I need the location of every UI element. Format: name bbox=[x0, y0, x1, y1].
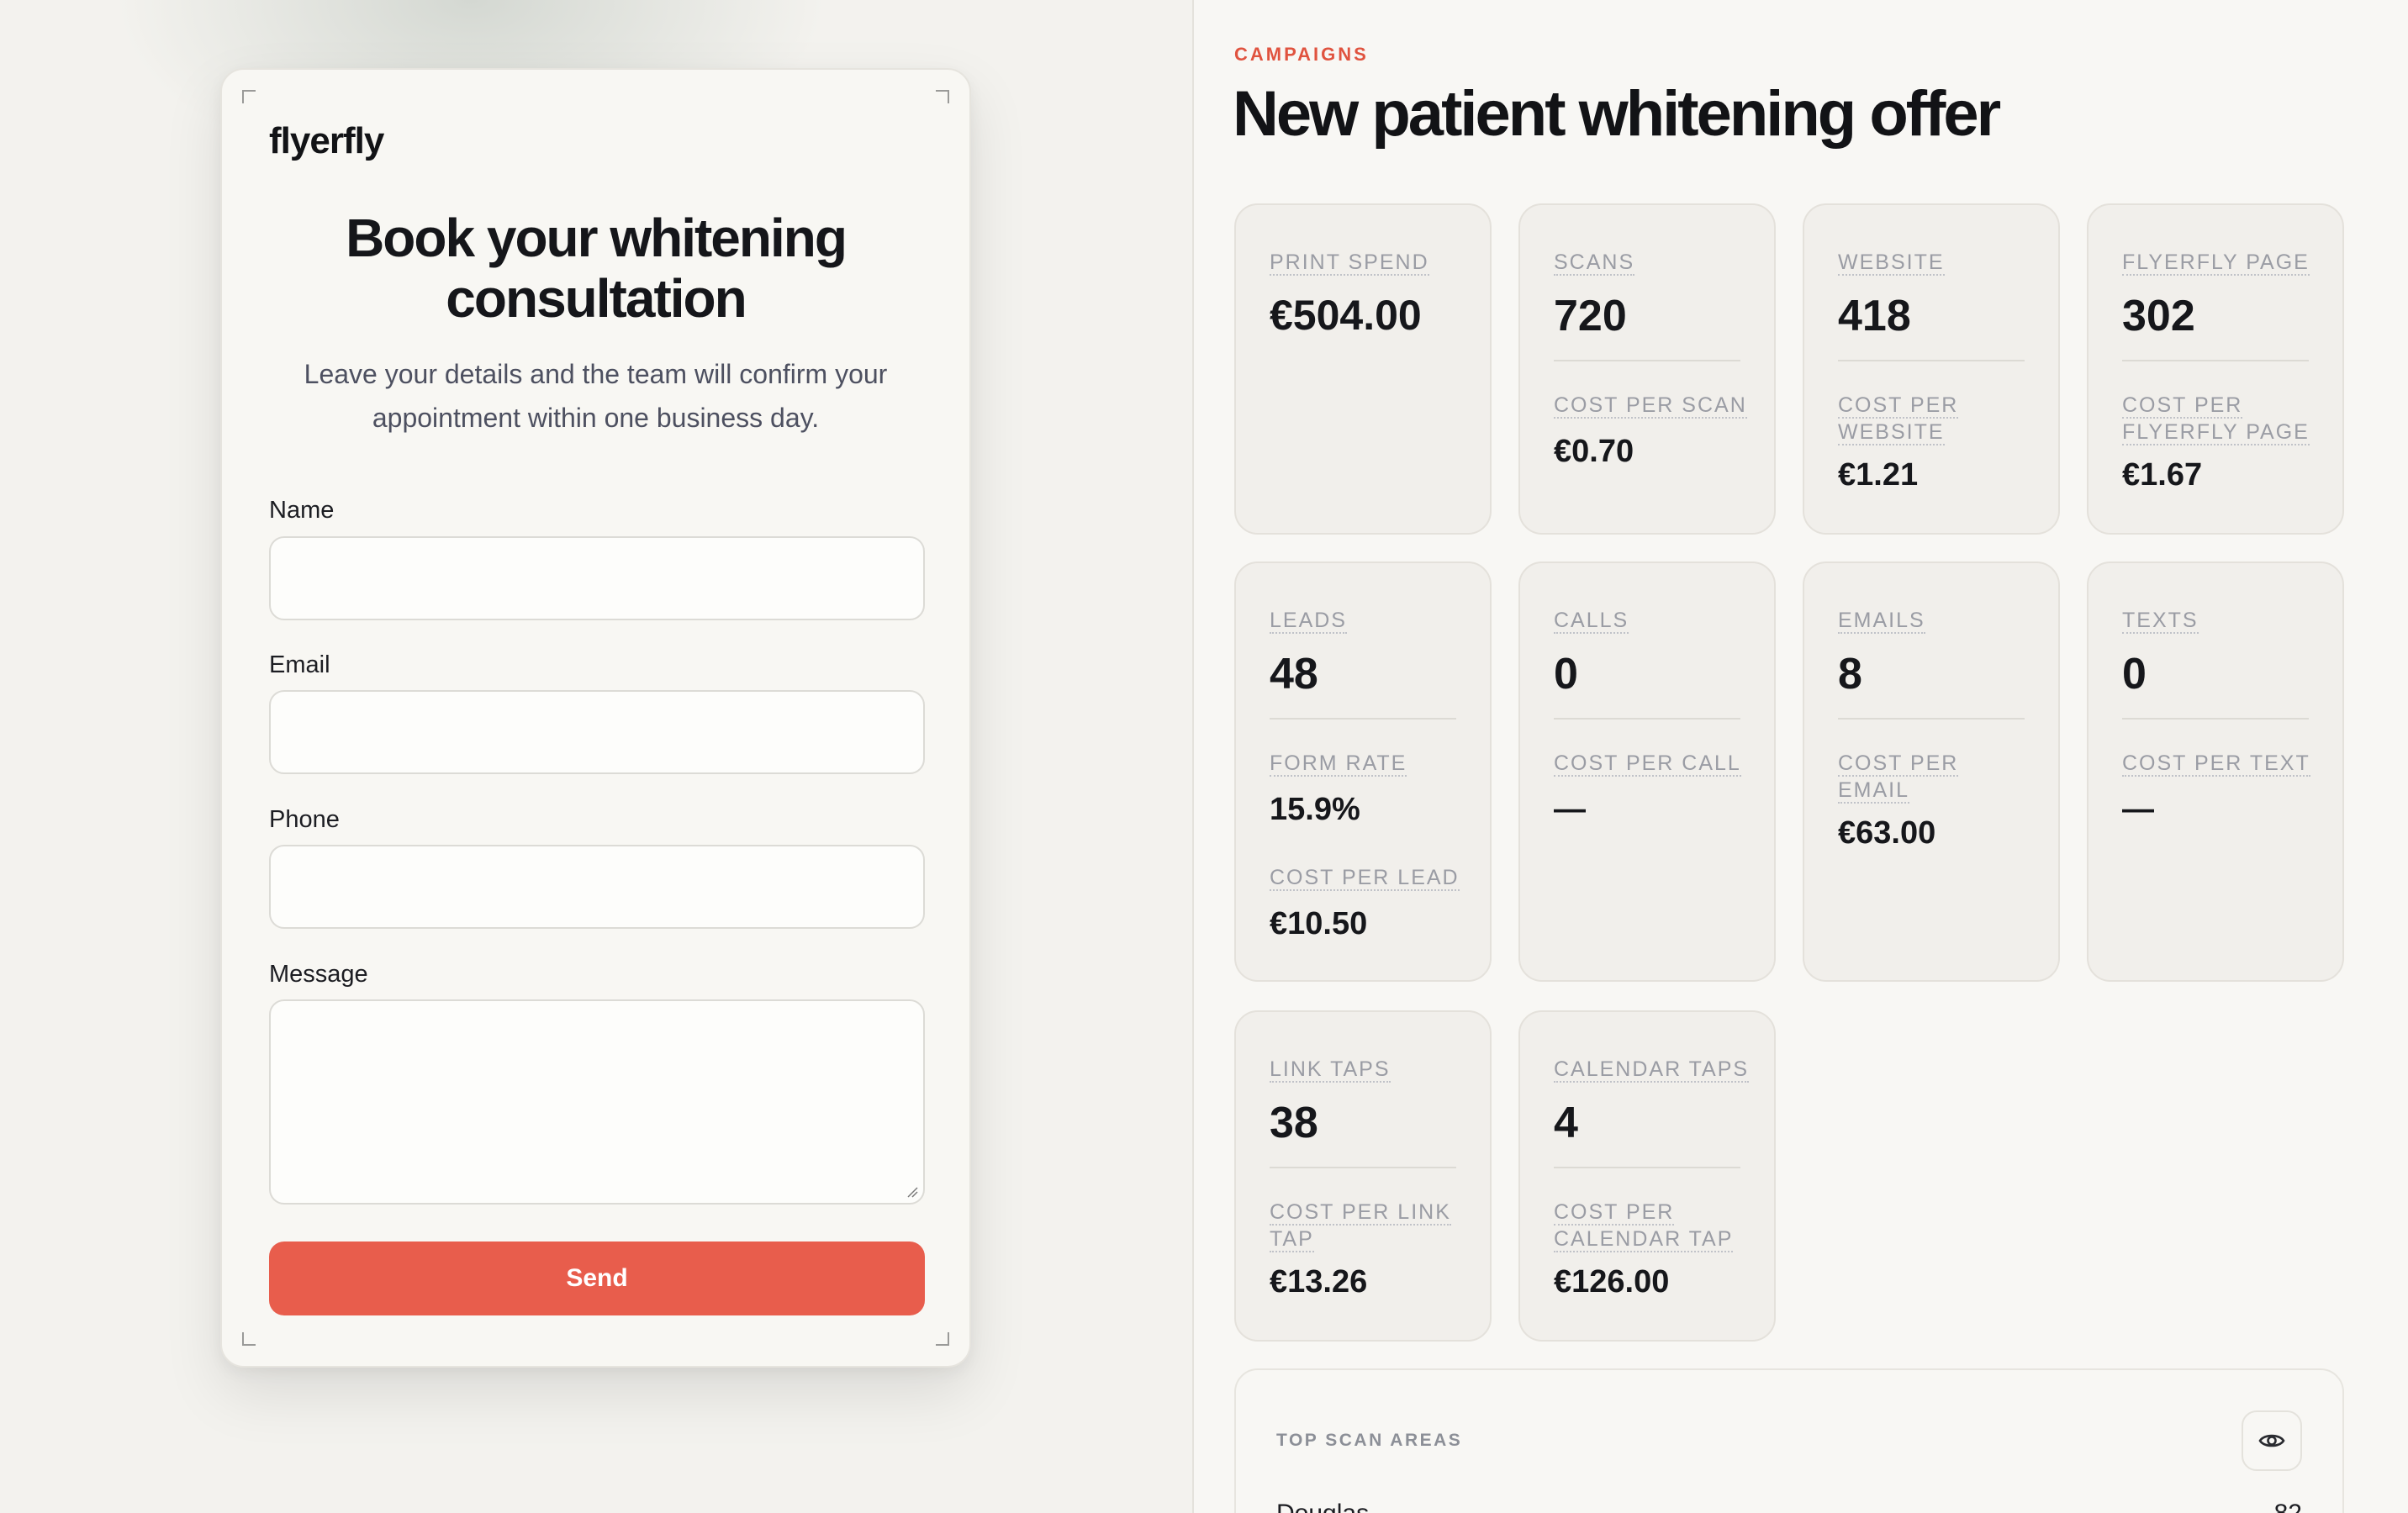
phone-field[interactable] bbox=[269, 845, 925, 929]
brand-logo: flyerfly bbox=[269, 120, 384, 161]
stat-sub-value: €1.21 bbox=[1838, 457, 1919, 493]
stat-value: 8 bbox=[1838, 650, 1862, 699]
scan-area-count: 82 bbox=[2274, 1500, 2302, 1513]
stat-card-calendar-taps: Calendar taps 4 Cost per calendar tap €1… bbox=[1518, 1010, 1776, 1342]
stat-card-website: Website 418 Cost per website €1.21 bbox=[1803, 203, 2060, 535]
top-scan-areas-panel: TOP SCAN AREAS Douglas 82 bbox=[1234, 1368, 2344, 1513]
divider bbox=[1270, 718, 1456, 720]
stat-value: 0 bbox=[1554, 650, 1578, 699]
stat-card-texts: Texts 0 Cost per text — bbox=[2087, 561, 2344, 982]
stat-sub-value-2: €10.50 bbox=[1270, 906, 1368, 941]
name-label: Name bbox=[269, 497, 335, 524]
email-label: Email bbox=[269, 651, 330, 678]
stat-value: 0 bbox=[2122, 650, 2147, 699]
stat-card-scans: Scans 720 Cost per scan €0.70 bbox=[1518, 203, 1776, 535]
stat-card-calls: Calls 0 Cost per call — bbox=[1518, 561, 1776, 982]
stat-sub-label: Cost per scan bbox=[1554, 393, 1747, 419]
stat-label: Texts bbox=[2122, 609, 2199, 634]
stat-value: 418 bbox=[1838, 292, 1911, 340]
top-scan-areas-title: TOP SCAN AREAS bbox=[1276, 1431, 1463, 1450]
stat-card-print-spend: Print spend €504.00 bbox=[1234, 203, 1492, 535]
resize-grip-icon[interactable] bbox=[906, 1186, 918, 1198]
flyer-preview-pane: flyerfly Book your whitening consultatio… bbox=[0, 0, 1192, 1513]
flyer-card: flyerfly Book your whitening consultatio… bbox=[220, 68, 971, 1368]
scan-area-name: Douglas bbox=[1276, 1500, 1369, 1513]
stat-sub-value: — bbox=[2122, 792, 2154, 827]
flyer-title: Book your whitening consultation bbox=[346, 208, 848, 329]
divider bbox=[1554, 718, 1740, 720]
stat-value: €504.00 bbox=[1270, 292, 1422, 339]
stat-sub-label: Cost per email bbox=[1838, 751, 1959, 804]
crop-mark-bottom-right bbox=[936, 1332, 949, 1346]
stat-value: 48 bbox=[1270, 650, 1318, 699]
stat-value: 4 bbox=[1554, 1099, 1578, 1147]
stat-card-link-taps: Link taps 38 Cost per link tap €13.26 bbox=[1234, 1010, 1492, 1342]
campaign-stats-pane: CAMPAIGNS New patient whitening offer Pr… bbox=[1194, 0, 2408, 1513]
crop-mark-top-right bbox=[936, 90, 949, 103]
stat-label: Leads bbox=[1270, 609, 1347, 634]
send-button[interactable]: Send bbox=[269, 1242, 925, 1315]
stat-sub-value: €13.26 bbox=[1270, 1264, 1368, 1299]
stat-sub-value: €126.00 bbox=[1554, 1264, 1670, 1299]
eye-icon bbox=[2258, 1434, 2285, 1447]
email-field[interactable] bbox=[269, 690, 925, 774]
stat-label: Scans bbox=[1554, 250, 1635, 276]
stat-label: Emails bbox=[1838, 609, 1925, 634]
stat-sub-label-2: Cost per lead bbox=[1270, 866, 1460, 891]
message-field[interactable] bbox=[269, 999, 925, 1205]
stat-card-leads: Leads 48 Form rate 15.9% Cost per lead €… bbox=[1234, 561, 1492, 982]
stat-value: 720 bbox=[1554, 292, 1627, 340]
stat-sub-value: €1.67 bbox=[2122, 457, 2203, 493]
breadcrumb-campaigns[interactable]: CAMPAIGNS bbox=[1234, 44, 1369, 66]
divider bbox=[1554, 360, 1740, 361]
stat-card-emails: Emails 8 Cost per email €63.00 bbox=[1803, 561, 2060, 982]
stat-sub-label: Cost per calendar tap bbox=[1554, 1200, 1734, 1252]
stat-sub-value: €0.70 bbox=[1554, 434, 1634, 469]
phone-label: Phone bbox=[269, 806, 340, 833]
stat-label: Calls bbox=[1554, 609, 1629, 634]
crop-mark-bottom-left bbox=[242, 1332, 256, 1346]
divider bbox=[2122, 360, 2309, 361]
stat-card-flyerfly-page: Flyerfly page 302 Cost per flyerfly page… bbox=[2087, 203, 2344, 535]
stat-sub-value: 15.9% bbox=[1270, 792, 1360, 827]
divider bbox=[1270, 1167, 1456, 1168]
stat-label: Print spend bbox=[1270, 250, 1429, 276]
stat-sub-label: Cost per flyerfly page bbox=[2122, 393, 2310, 445]
stat-label: Calendar taps bbox=[1554, 1057, 1750, 1083]
flyer-subtitle: Leave your details and the team will con… bbox=[304, 359, 888, 433]
stat-sub-label: Cost per website bbox=[1838, 393, 1959, 445]
stat-value: 38 bbox=[1270, 1099, 1318, 1147]
stat-label: Website bbox=[1838, 250, 1945, 276]
stat-sub-label: Cost per call bbox=[1554, 751, 1741, 777]
crop-mark-top-left bbox=[242, 90, 256, 103]
divider bbox=[1838, 360, 2025, 361]
stat-sub-label: Cost per text bbox=[2122, 751, 2310, 777]
toggle-visibility-button[interactable] bbox=[2242, 1410, 2302, 1471]
stat-label: Link taps bbox=[1270, 1057, 1391, 1083]
stat-sub-label: Form rate bbox=[1270, 751, 1407, 777]
stat-value: 302 bbox=[2122, 292, 2195, 340]
divider bbox=[1838, 718, 2025, 720]
stat-sub-value: €63.00 bbox=[1838, 815, 1936, 851]
name-field[interactable] bbox=[269, 536, 925, 620]
divider bbox=[1554, 1167, 1740, 1168]
divider bbox=[2122, 718, 2309, 720]
stat-label: Flyerfly page bbox=[2122, 250, 2310, 276]
stat-sub-label: Cost per link tap bbox=[1270, 1200, 1451, 1252]
stat-sub-value: — bbox=[1554, 792, 1586, 827]
page-title: New patient whitening offer bbox=[1233, 78, 2001, 150]
message-label: Message bbox=[269, 961, 368, 988]
